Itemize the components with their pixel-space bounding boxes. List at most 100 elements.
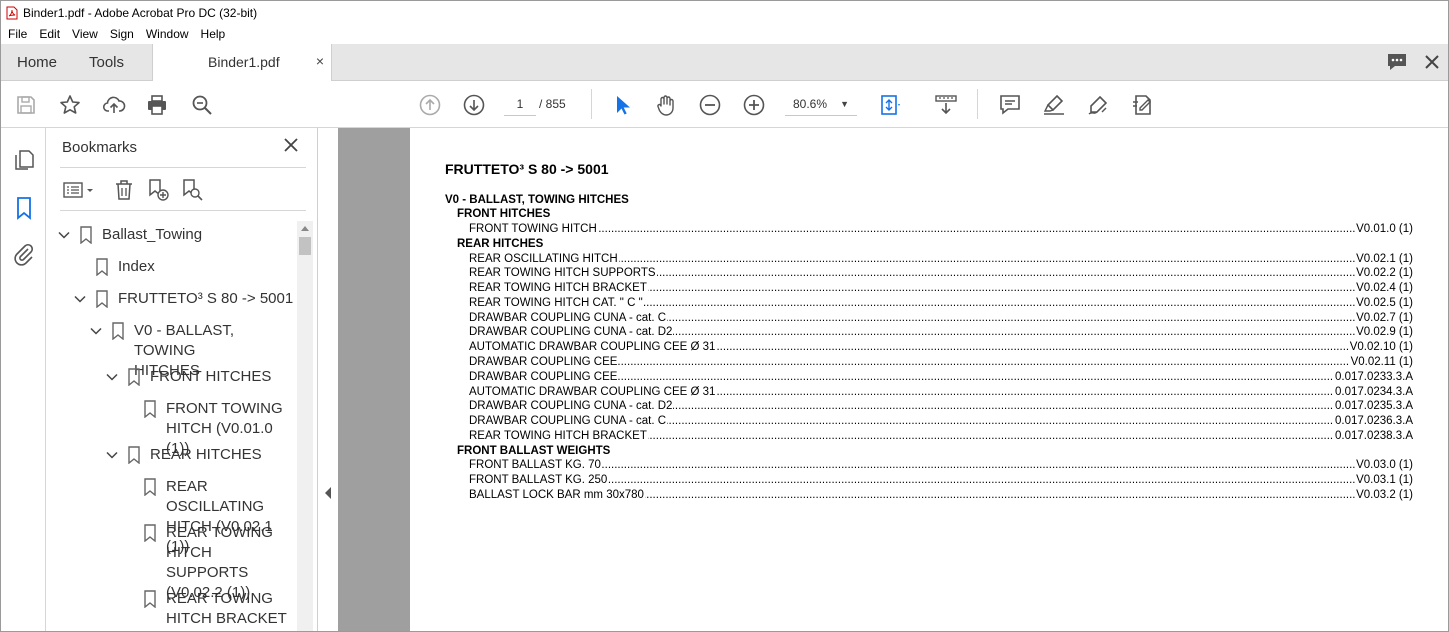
- fill-sign-icon[interactable]: [1129, 92, 1155, 118]
- index-entry: AUTOMATIC DRAWBAR COUPLING CEE Ø 31 V0.02…: [410, 340, 1448, 355]
- menu-window[interactable]: Window: [139, 27, 194, 41]
- bookmark-item[interactable]: REAR TOWING HITCH SUPPORTS (V0.02.2 (1)): [56, 523, 296, 601]
- menu-view[interactable]: View: [65, 27, 103, 41]
- next-page-icon[interactable]: [461, 92, 487, 118]
- document-background: [338, 128, 410, 631]
- entry-reference: 0.017.0236.3.A: [1333, 414, 1413, 429]
- toolbar-divider: [591, 89, 592, 119]
- bookmarks-toolbar: [60, 176, 306, 204]
- bookmark-item[interactable]: V0 - BALLAST, TOWING HITCHES: [56, 321, 296, 379]
- index-heading: V0 - BALLAST, TOWING HITCHES: [410, 192, 1448, 208]
- entry-reference: 0.017.0233.3.A: [1333, 369, 1413, 385]
- page-number-input[interactable]: 1: [504, 92, 536, 116]
- entry-text: DRAWBAR COUPLING CEE: [469, 369, 619, 385]
- save-icon[interactable]: [13, 92, 39, 118]
- bookmark-item[interactable]: REAR OSCILLATING HITCH (V0.02.1 (1)): [56, 477, 296, 555]
- bookmark-label: Index: [118, 258, 155, 275]
- previous-page-icon[interactable]: [417, 92, 443, 118]
- bookmark-item[interactable]: FRONT HITCHES: [56, 367, 296, 387]
- hand-tool-icon[interactable]: [653, 92, 679, 118]
- find-bookmark-icon[interactable]: [180, 178, 204, 202]
- entry-reference: V0.02.5 (1): [1355, 295, 1413, 311]
- scroll-up-icon[interactable]: [297, 221, 313, 235]
- bookmarks-scrollbar[interactable]: [297, 221, 313, 631]
- index-entry: REAR TOWING HITCH BRACKET V0.02.4 (1): [410, 281, 1448, 296]
- add-comment-icon[interactable]: [997, 92, 1023, 118]
- zoom-out-icon[interactable]: [697, 92, 723, 118]
- menu-sign[interactable]: Sign: [103, 27, 139, 41]
- tab-tools[interactable]: Tools: [89, 44, 124, 81]
- delete-bookmark-icon[interactable]: [112, 178, 136, 202]
- bookmark-icon: [96, 258, 108, 276]
- chevron-down-icon: ▼: [840, 99, 849, 109]
- toolbar: 1 / 855 80.6% ▼: [1, 81, 1448, 128]
- chevron-down-icon[interactable]: [90, 325, 102, 337]
- zoom-in-icon[interactable]: [741, 92, 767, 118]
- draw-icon[interactable]: [1085, 92, 1111, 118]
- scroll-mode-icon[interactable]: [933, 92, 959, 118]
- tab-document[interactable]: Binder1.pdf ×: [152, 44, 332, 82]
- fit-page-icon[interactable]: [877, 92, 903, 118]
- index-entry: REAR TOWING HITCH CAT. " C " V0.02.5 (1): [410, 295, 1448, 311]
- menu-edit[interactable]: Edit: [32, 27, 65, 41]
- entry-reference: V0.02.1 (1): [1355, 251, 1413, 267]
- close-panel-icon[interactable]: [282, 136, 300, 154]
- index-entry: FRONT TOWING HITCH V0.01.0 (1): [410, 222, 1448, 237]
- index-heading: FRONT BALLAST WEIGHTS: [410, 443, 1448, 459]
- panel-splitter[interactable]: [318, 128, 338, 631]
- zoom-search-icon[interactable]: [189, 92, 215, 118]
- bookmark-item[interactable]: Ballast_Towing: [56, 225, 296, 245]
- bookmark-item[interactable]: Index: [56, 257, 296, 277]
- toolbar-divider: [977, 89, 978, 119]
- comment-icon[interactable]: [1386, 52, 1408, 72]
- attachments-icon[interactable]: [12, 242, 36, 266]
- zoom-level-select[interactable]: 80.6% ▼: [785, 92, 857, 116]
- entry-reference: 0.017.0238.3.A: [1333, 428, 1413, 444]
- tab-home[interactable]: Home: [17, 44, 57, 81]
- entry-reference: V0.03.2 (1): [1355, 487, 1413, 503]
- acrobat-window: Binder1.pdf - Adobe Acrobat Pro DC (32-b…: [0, 0, 1449, 632]
- scrollbar-thumb[interactable]: [299, 237, 311, 255]
- cloud-upload-icon[interactable]: [101, 92, 127, 118]
- options-menu-icon[interactable]: [62, 178, 98, 202]
- tab-close-icon[interactable]: ×: [316, 53, 324, 69]
- star-icon[interactable]: [57, 92, 83, 118]
- print-icon[interactable]: [144, 92, 170, 118]
- menu-file[interactable]: File: [1, 27, 32, 41]
- left-rail: [1, 128, 46, 631]
- bookmark-label: FRUTTETO³ S 80 -> 5001: [118, 290, 294, 307]
- title-bar: Binder1.pdf - Adobe Acrobat Pro DC (32-b…: [1, 1, 1448, 24]
- bookmarks-panel: Bookmarks Ballast_Towing Index FRUTTETO³…: [46, 128, 318, 631]
- bookmark-item[interactable]: REAR HITCHES: [56, 445, 296, 465]
- index-entry: DRAWBAR COUPLING CUNA - cat. C V0.02.7 (1…: [410, 310, 1448, 326]
- bookmark-item[interactable]: FRUTTETO³ S 80 -> 5001: [56, 289, 296, 309]
- bookmark-label: FRONT HITCHES: [150, 368, 272, 385]
- bookmark-icon: [96, 290, 108, 308]
- index-entry: DRAWBAR COUPLING CUNA - cat. D2 V0.02.9 (…: [410, 325, 1448, 341]
- bookmark-item[interactable]: REAR TOWING HITCH BRACKET: [56, 589, 296, 629]
- entry-text: REAR TOWING HITCH BRACKET: [469, 281, 648, 296]
- new-bookmark-icon[interactable]: [146, 178, 170, 202]
- collapse-panel-icon[interactable]: [323, 486, 333, 500]
- entry-text: FRONT BALLAST WEIGHTS: [457, 443, 612, 459]
- chevron-down-icon[interactable]: [106, 449, 118, 461]
- highlight-icon[interactable]: [1041, 92, 1067, 118]
- chevron-down-icon[interactable]: [58, 229, 70, 241]
- entry-reference: V0.02.10 (1): [1348, 340, 1413, 355]
- index-heading: FRONT HITCHES: [410, 207, 1448, 223]
- bookmark-label: Ballast_Towing: [102, 226, 203, 243]
- index-entry: DRAWBAR COUPLING CUNA - cat. D2 0.017.023…: [410, 399, 1448, 415]
- select-tool-icon[interactable]: [609, 92, 635, 118]
- menu-help[interactable]: Help: [194, 27, 231, 41]
- entry-text: V0 - BALLAST, TOWING HITCHES: [445, 192, 630, 208]
- bookmark-item[interactable]: FRONT TOWING HITCH (V0.01.0 (1)): [56, 399, 296, 457]
- chevron-down-icon[interactable]: [106, 371, 118, 383]
- bookmarks-panel-icon[interactable]: [12, 196, 36, 220]
- entry-reference: V0.01.0 (1): [1355, 222, 1413, 237]
- page-thumbnails-icon[interactable]: [12, 148, 36, 172]
- close-document-icon[interactable]: [1421, 51, 1443, 73]
- entry-reference: V0.02.4 (1): [1355, 281, 1413, 296]
- entry-text: DRAWBAR COUPLING CEE: [469, 354, 619, 370]
- bookmark-icon: [144, 400, 156, 418]
- chevron-down-icon[interactable]: [74, 293, 86, 305]
